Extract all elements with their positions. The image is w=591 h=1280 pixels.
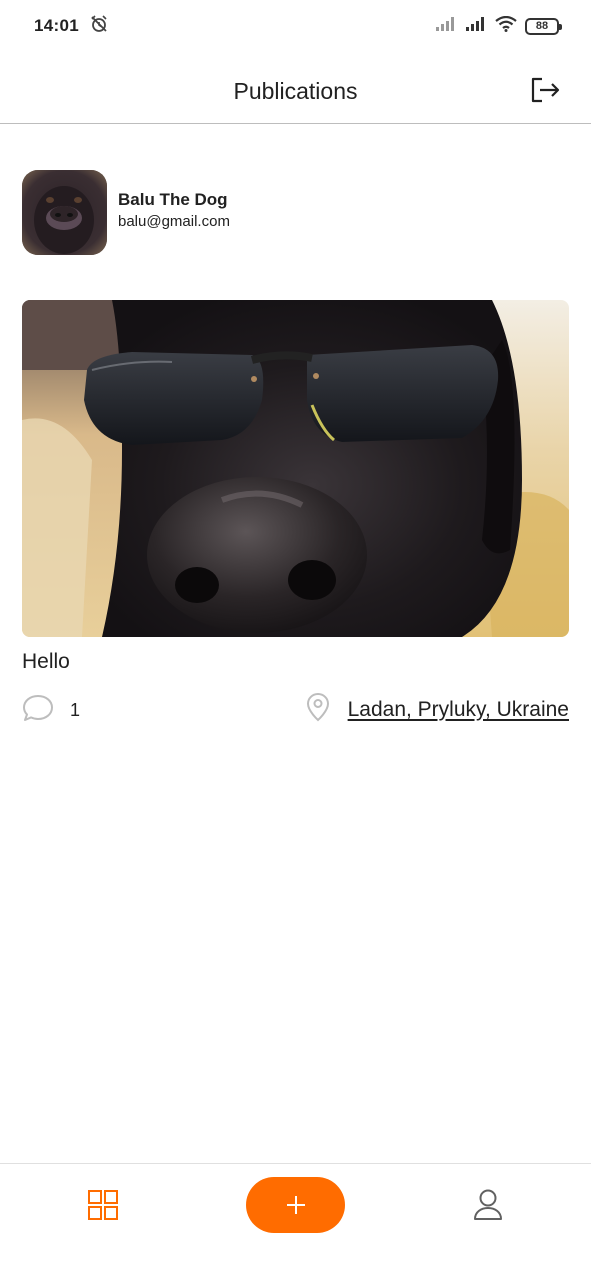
grid-icon <box>88 1190 118 1220</box>
user-profile: Balu The Dog balu@gmail.com <box>22 170 230 255</box>
app-header: Publications <box>0 62 591 124</box>
alarm-off-icon <box>89 14 109 39</box>
logout-icon <box>531 77 560 103</box>
map-pin-icon <box>306 692 330 727</box>
wifi-icon <box>495 15 517 37</box>
comments-button[interactable]: 1 <box>22 692 80 729</box>
status-time: 14:01 <box>34 16 79 35</box>
comment-icon <box>22 692 54 729</box>
signal-icon <box>435 16 457 37</box>
logout-button[interactable] <box>529 74 561 106</box>
location-text: Ladan, Pryluky, Ukraine <box>347 697 569 721</box>
location-link[interactable]: Ladan, Pryluky, Ukraine <box>306 692 569 727</box>
nav-profile-button[interactable] <box>472 1188 504 1222</box>
post-meta: 1 Ladan, Pryluky, Ukraine <box>22 692 569 728</box>
bottom-nav <box>0 1163 591 1280</box>
profile-email: balu@gmail.com <box>118 212 230 230</box>
status-left: 14:01 <box>34 14 109 39</box>
nav-posts-button[interactable] <box>87 1189 119 1221</box>
status-right: 88 <box>435 15 562 37</box>
battery-icon: 88 <box>525 17 562 35</box>
battery-level: 88 <box>535 20 549 32</box>
page-title: Publications <box>233 78 358 104</box>
post-title: Hello <box>22 650 70 673</box>
signal-icon <box>465 16 487 37</box>
profile-text: Balu The Dog balu@gmail.com <box>118 190 230 230</box>
profile-name: Balu The Dog <box>118 189 228 209</box>
avatar <box>22 170 107 255</box>
screen: 14:01 88 Publications Balu The Dog balu@… <box>0 0 591 1280</box>
add-icon <box>286 1196 305 1214</box>
post-image[interactable] <box>22 300 569 637</box>
status-bar: 14:01 88 <box>0 0 591 52</box>
create-post-button[interactable] <box>246 1177 345 1233</box>
comments-count: 1 <box>70 700 81 720</box>
user-icon <box>474 1189 502 1220</box>
